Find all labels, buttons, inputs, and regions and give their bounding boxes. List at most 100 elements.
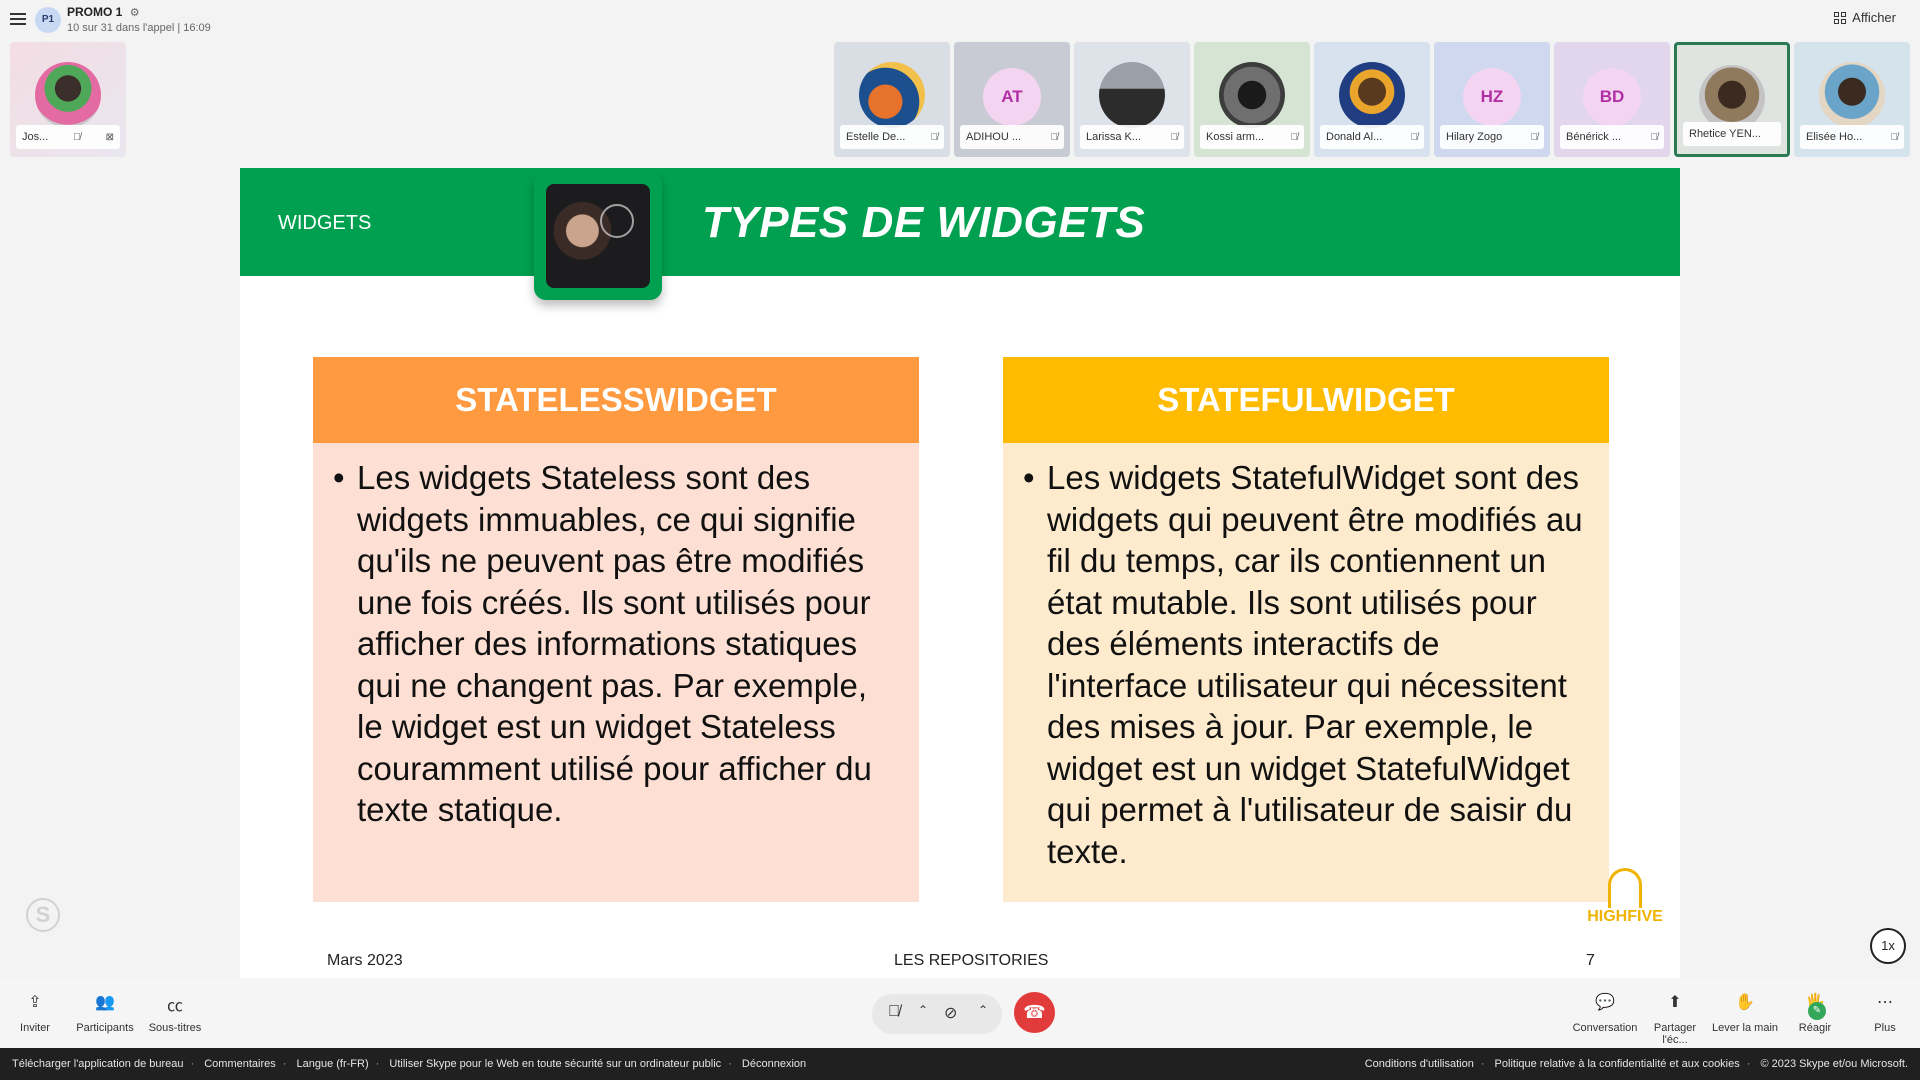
participant-tile[interactable]: Elisée Ho... 🎙̸ — [1794, 42, 1910, 157]
participant-name: Elisée Ho... — [1806, 131, 1863, 143]
participant-namebar: Rhetice YEN... — [1683, 122, 1781, 146]
raise-hand-button[interactable]: ✋ Lever la main — [1710, 992, 1780, 1034]
call-subtitle: 10 sur 31 dans l'appel | 16:09 — [67, 22, 211, 34]
stateless-body: • Les widgets Stateless sont des widgets… — [313, 443, 919, 902]
slide-illustration — [534, 172, 662, 300]
participant-tile[interactable]: Kossi arm... 🎙̸ — [1194, 42, 1310, 157]
crown-icon — [1608, 868, 1642, 908]
avatar: BD — [1583, 68, 1641, 126]
video-options-chevron-icon[interactable]: ⌃ — [978, 1003, 988, 1017]
mic-off-icon: 🎙̸ — [1890, 131, 1899, 143]
video-off-icon[interactable]: ⊘ — [944, 1003, 957, 1023]
menu-icon[interactable] — [10, 13, 26, 25]
stateful-text: Les widgets StatefulWidget sont des widg… — [1047, 459, 1583, 870]
participant-namebar: Larissa K... 🎙̸ — [1080, 125, 1184, 149]
invite-button[interactable]: ⇪ Inviter — [0, 992, 70, 1034]
invite-label: Inviter — [20, 1022, 50, 1034]
privacy-link[interactable]: Politique relative à la confidentialité … — [1495, 1058, 1740, 1070]
subtitles-label: Sous-titres — [148, 1022, 202, 1034]
logout-link[interactable]: Déconnexion — [742, 1058, 806, 1070]
more-label: Plus — [1874, 1022, 1896, 1034]
call-avatar[interactable]: P1 — [35, 7, 61, 33]
page-footer: Télécharger l'application de bureau · Com… — [0, 1048, 1920, 1080]
chat-icon: 💬 — [1595, 994, 1615, 1011]
participant-namebar: Donald Al... 🎙̸ — [1320, 125, 1424, 149]
phone-hangup-icon: ☎ — [1023, 1002, 1046, 1022]
participant-name: ADIHOU ... — [966, 131, 1022, 143]
participants-label: Participants — [76, 1022, 134, 1034]
share-screen-icon: ⬆ — [1668, 994, 1682, 1011]
download-link[interactable]: Télécharger l'application de bureau — [12, 1058, 184, 1070]
participant-name: Donald Al... — [1326, 131, 1383, 143]
share-out-icon: ⇪ — [28, 994, 42, 1011]
comments-link[interactable]: Commentaires — [204, 1058, 276, 1070]
safety-link[interactable]: Utiliser Skype pour le Web en toute sécu… — [389, 1058, 721, 1070]
slide-date: Mars 2023 — [327, 952, 403, 969]
shared-slide: WIDGETS TYPES DE WIDGETS STATELESSWIDGET… — [240, 168, 1680, 978]
show-layout-button[interactable]: Afficher — [1834, 10, 1896, 25]
participant-namebar: Elisée Ho... 🎙̸ — [1800, 125, 1904, 149]
closed-captions-icon: ㏄ — [166, 998, 183, 1015]
avatar — [859, 62, 925, 128]
participant-tile[interactable]: Larissa K... 🎙̸ — [1074, 42, 1190, 157]
mic-off-icon: 🎙̸ — [1050, 131, 1059, 143]
mic-options-chevron-icon[interactable]: ⌃ — [918, 1003, 928, 1017]
self-video-tile[interactable]: Jos... 🎙̸ ⊠ — [10, 42, 126, 157]
participant-tile[interactable]: HZ Hilary Zogo 🎙̸ — [1434, 42, 1550, 157]
playback-speed-button[interactable]: 1x — [1870, 928, 1906, 964]
mic-off-icon: 🎙̸ — [930, 131, 939, 143]
logo-text: HIGHFIVE — [1587, 908, 1663, 925]
participant-tile[interactable]: Donald Al... 🎙̸ — [1314, 42, 1430, 157]
mic-off-icon[interactable]: 🎙̸ — [888, 1003, 900, 1021]
mic-off-icon: 🎙̸ — [73, 131, 81, 143]
avatar: HZ — [1463, 68, 1521, 126]
participant-name: Kossi arm... — [1206, 131, 1265, 143]
participant-namebar: Estelle De... 🎙̸ — [840, 125, 944, 149]
participant-name: Larissa K... — [1086, 131, 1142, 143]
conversation-button[interactable]: 💬 Conversation — [1570, 992, 1640, 1034]
react-button[interactable]: 🖐 ✎ Réagir — [1780, 992, 1850, 1034]
conversation-label: Conversation — [1572, 1022, 1638, 1034]
avatar — [1819, 62, 1885, 128]
call-title[interactable]: PROMO 1 ⚙ — [67, 5, 140, 19]
terms-link[interactable]: Conditions d'utilisation — [1365, 1058, 1474, 1070]
share-screen-button[interactable]: ⬆ Partager l'éc... — [1640, 992, 1710, 1046]
stateless-heading: STATELESSWIDGET — [313, 357, 919, 443]
avatar — [35, 62, 101, 128]
slide-footer-title: LES REPOSITORIES — [894, 952, 1049, 969]
subtitles-button[interactable]: ㏄ Sous-titres — [140, 992, 210, 1034]
mic-off-icon: 🎙̸ — [1530, 131, 1539, 143]
raise-hand-label: Lever la main — [1711, 1022, 1779, 1034]
mic-off-icon: 🎙̸ — [1170, 131, 1179, 143]
hand-icon: ✋ — [1735, 994, 1755, 1011]
mic-off-icon: 🎙̸ — [1290, 131, 1299, 143]
participant-namebar: Jos... 🎙̸ ⊠ — [16, 125, 120, 149]
hang-up-button[interactable]: ☎ — [1014, 992, 1055, 1033]
participant-name: Hilary Zogo — [1446, 131, 1503, 143]
participant-tile[interactable]: Estelle De... 🎙̸ — [834, 42, 950, 157]
stateful-body: • Les widgets StatefulWidget sont des wi… — [1003, 443, 1609, 902]
slide-page-number: 7 — [1586, 952, 1595, 969]
bullet-icon: • — [1023, 459, 1035, 496]
stateful-heading: STATEFULWIDGET — [1003, 357, 1609, 443]
participant-tile[interactable]: BD Bénérick ... 🎙̸ — [1554, 42, 1670, 157]
participant-tile-active-speaker[interactable]: Rhetice YEN... — [1674, 42, 1790, 157]
show-label: Afficher — [1852, 10, 1896, 25]
participant-namebar: Bénérick ... 🎙̸ — [1560, 125, 1664, 149]
participant-name: Rhetice YEN... — [1689, 128, 1761, 140]
avatar — [1099, 62, 1165, 128]
copyright-text: © 2023 Skype et/ou Microsoft. — [1760, 1058, 1908, 1070]
participant-name: Estelle De... — [846, 131, 906, 143]
settings-icon[interactable]: ⚙ — [130, 7, 140, 19]
skype-icon: S — [26, 898, 60, 932]
more-button[interactable]: ⋯ Plus — [1850, 992, 1920, 1034]
participant-namebar: Hilary Zogo 🎙̸ — [1440, 125, 1544, 149]
participant-namebar: Kossi arm... 🎙̸ — [1200, 125, 1304, 149]
avatar — [1339, 62, 1405, 128]
mic-off-icon: 🎙̸ — [1410, 131, 1419, 143]
participant-tile[interactable]: AT ADIHOU ... 🎙̸ — [954, 42, 1070, 157]
slide-title: TYPES DE WIDGETS — [702, 198, 1146, 247]
participants-button[interactable]: 👥 Participants — [70, 992, 140, 1034]
participant-namebar: ADIHOU ... 🎙̸ — [960, 125, 1064, 149]
language-link[interactable]: Langue (fr-FR) — [297, 1058, 369, 1070]
